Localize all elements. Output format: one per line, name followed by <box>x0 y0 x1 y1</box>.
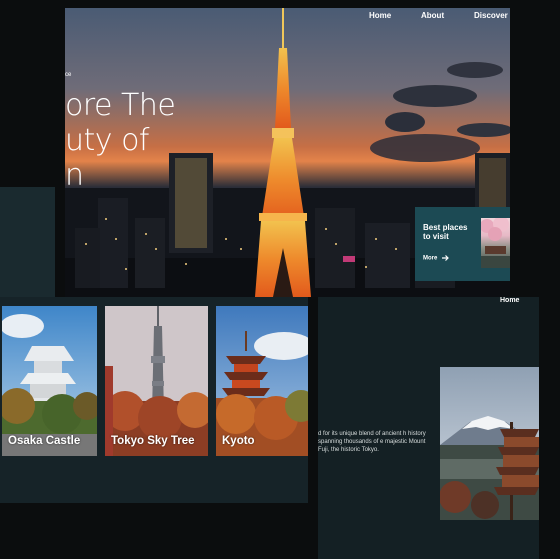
arrow-right-icon <box>442 255 449 261</box>
nav-discover[interactable]: Discover <box>474 11 508 20</box>
gallery-card-tokyo-sky-tree[interactable]: Tokyo Sky Tree <box>105 306 208 456</box>
more-link[interactable]: More <box>423 255 449 262</box>
left-panel-strip <box>0 187 55 307</box>
cherry-blossom-image <box>481 218 510 268</box>
best-places-card[interactable]: Best places to visit More <box>415 207 510 281</box>
gallery-card-osaka-castle[interactable]: Osaka Castle <box>2 306 97 456</box>
nav-home[interactable]: Home <box>369 11 391 20</box>
card-label: Kyoto <box>222 435 255 447</box>
tokyo-sky-tree-image <box>105 306 208 456</box>
right-nav-home[interactable]: Home <box>500 297 519 304</box>
nav-about[interactable]: About <box>421 11 444 20</box>
mount-fuji-graphic <box>440 367 539 520</box>
more-label: More <box>423 255 438 262</box>
hero-headline-line3: n <box>65 158 84 193</box>
hero-eyebrow: ce <box>65 72 72 78</box>
osaka-castle-image <box>2 306 97 456</box>
card-label: Osaka Castle <box>8 435 81 447</box>
best-places-title: Best places to visit <box>423 223 468 241</box>
card-label: Tokyo Sky Tree <box>111 435 195 447</box>
tokyo-tower <box>255 8 311 297</box>
hero-headline-line2: uty of <box>65 123 149 158</box>
gallery-card-kyoto[interactable]: Kyoto <box>216 306 308 456</box>
mount-fuji-image <box>440 367 539 520</box>
hero-headline-line1: ore The <box>65 88 176 123</box>
cherry-blossom-thumbnail[interactable] <box>481 218 510 268</box>
gallery-panel: Osaka Castle Tokyo Sky Tree Kyoto <box>0 297 308 503</box>
japan-description: d for its unique blend of ancient h hist… <box>318 431 426 453</box>
kyoto-image <box>216 306 308 456</box>
